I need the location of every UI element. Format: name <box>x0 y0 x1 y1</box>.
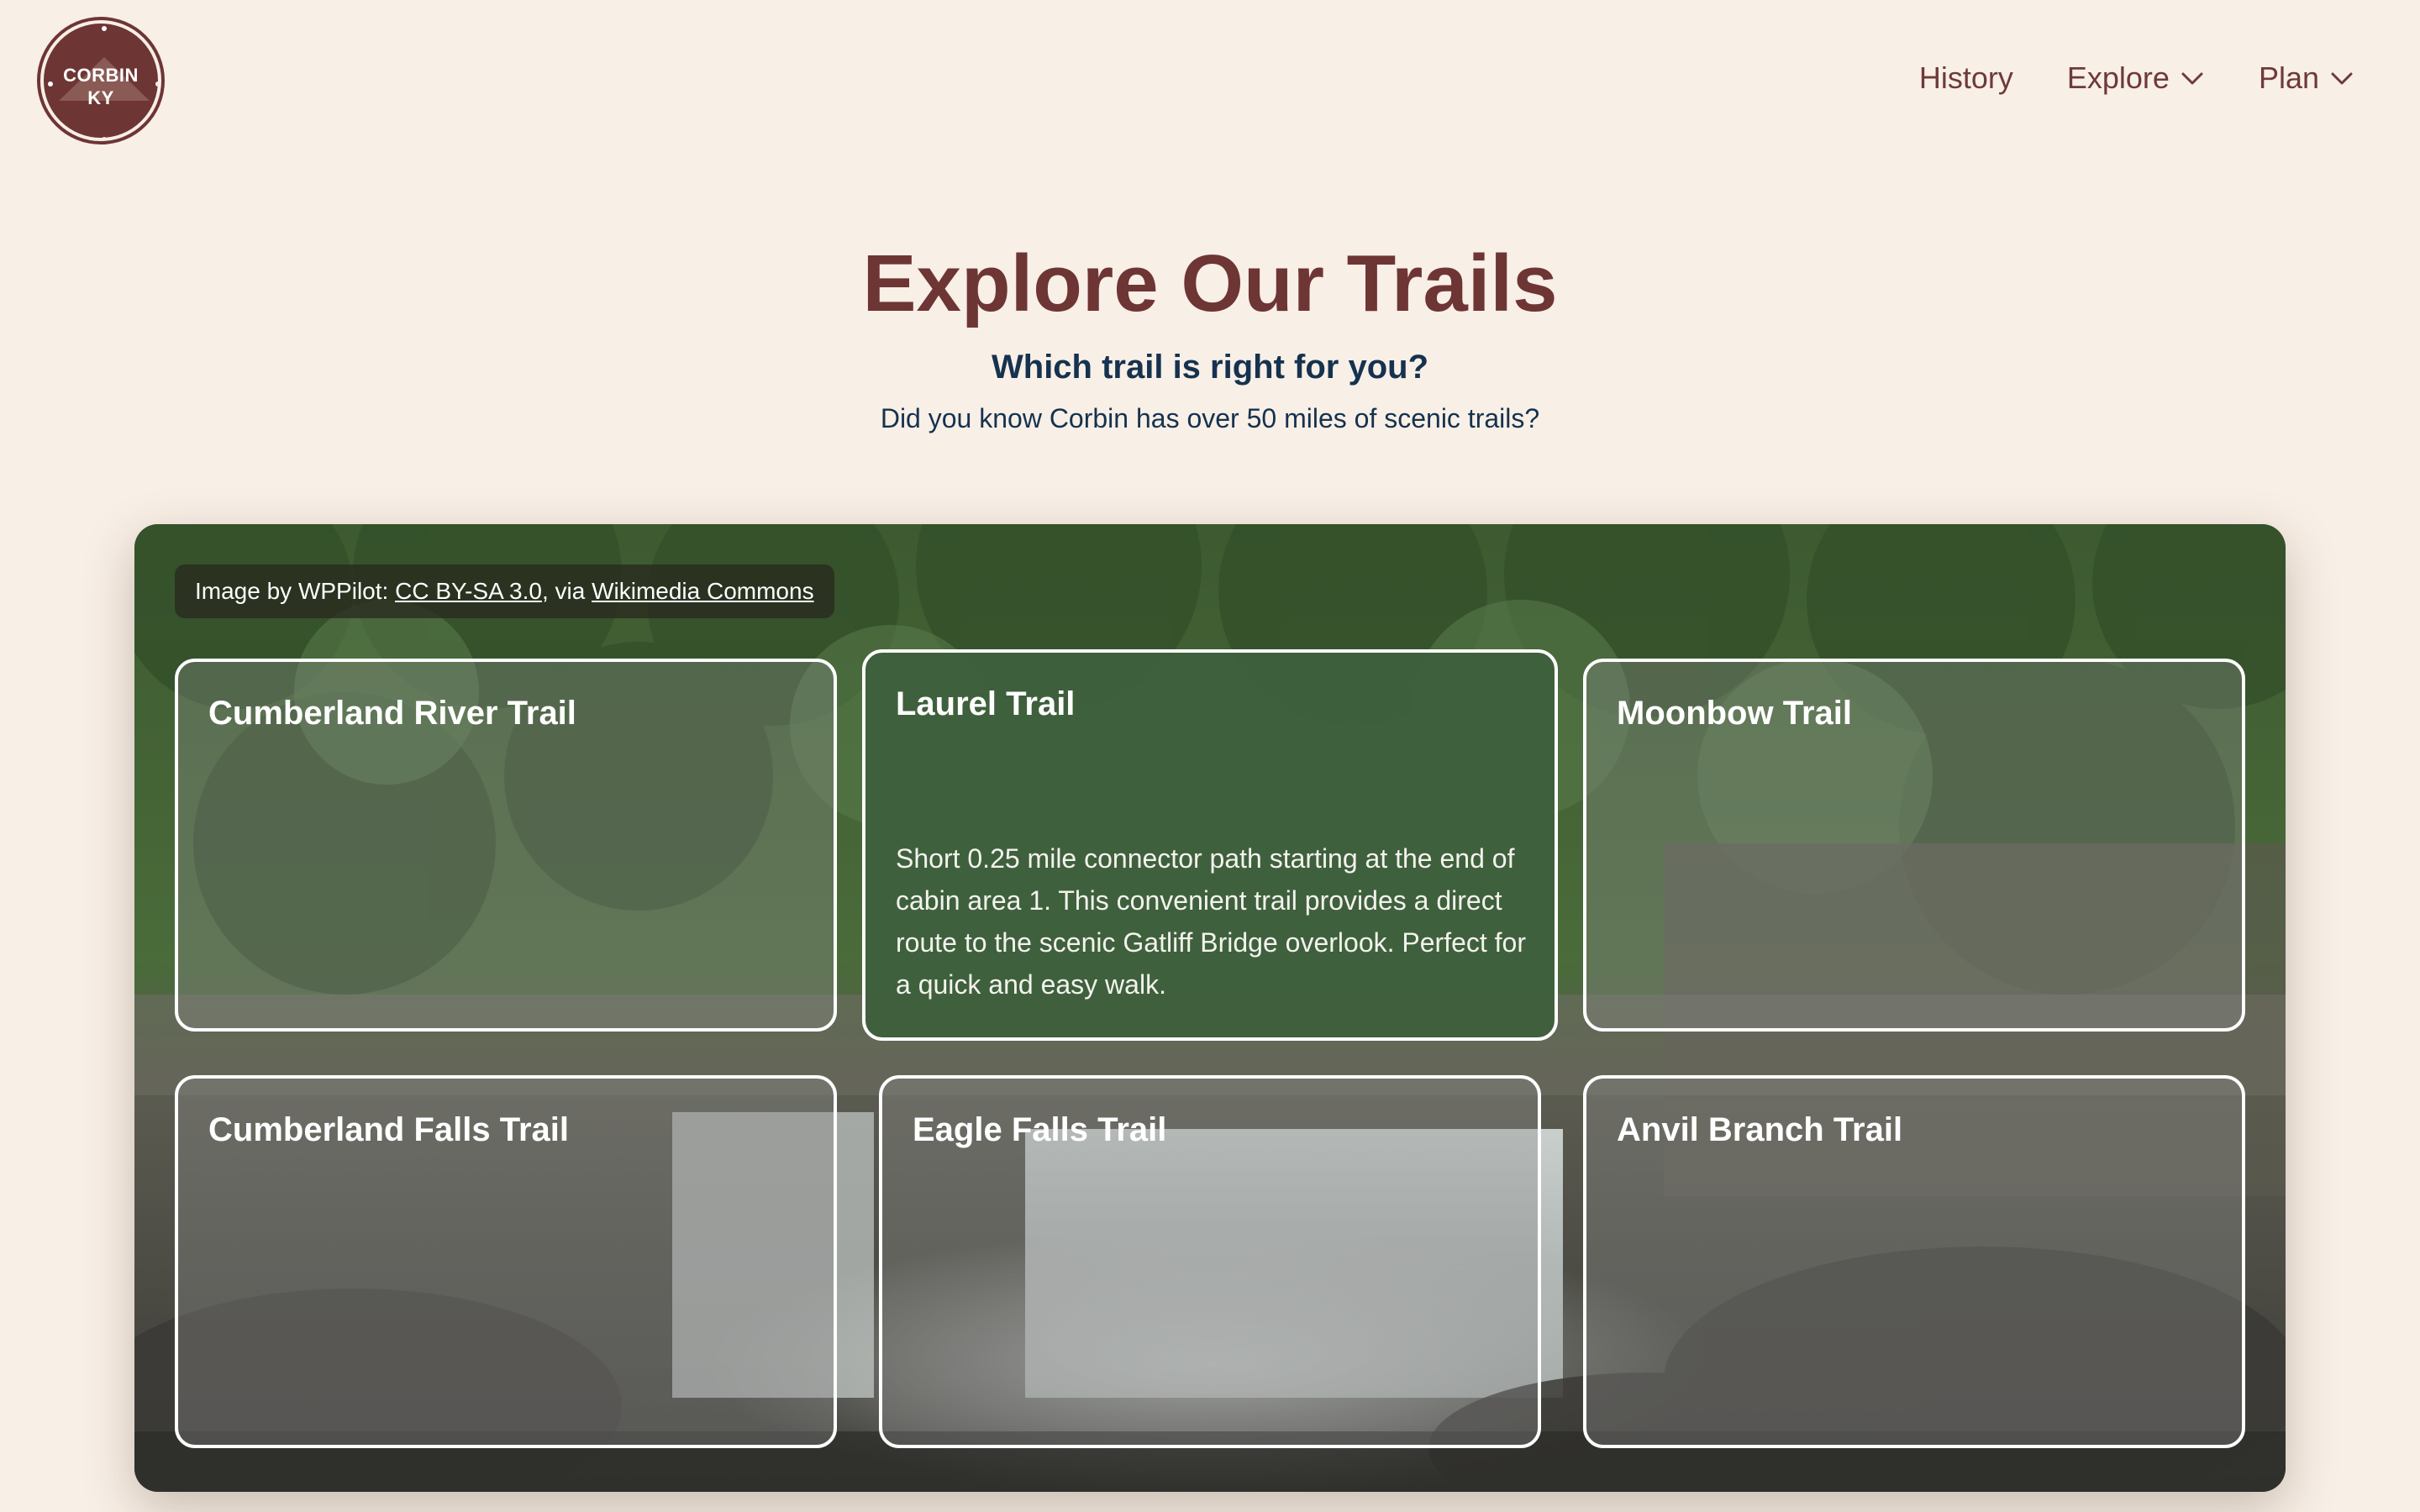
trail-card-cumberland-falls[interactable]: Cumberland Falls Trail <box>175 1075 837 1448</box>
logo-line-2: KY <box>87 87 114 108</box>
trail-card-title: Cumberland River Trail <box>208 695 576 732</box>
trail-card-title: Laurel Trail <box>896 685 1076 722</box>
trail-card-anvil-branch[interactable]: Anvil Branch Trail <box>1583 1075 2245 1448</box>
nav-history-label: History <box>1918 60 2013 95</box>
logo-text: CORBIN KY <box>44 64 158 109</box>
credit-prefix: Image by WPPilot: <box>195 578 396 604</box>
credit-source-link[interactable]: Wikimedia Commons <box>592 578 814 605</box>
nav-history[interactable]: History <box>1919 60 2013 96</box>
nav-plan-label: Plan <box>2258 60 2319 95</box>
trail-card-description: Short 0.25 mile connector path starting … <box>896 843 1526 1000</box>
nav-explore-dropdown[interactable]: Explore <box>2067 60 2205 96</box>
site-logo[interactable]: CORBIN KY <box>40 20 161 141</box>
nav-explore-label: Explore <box>2066 60 2170 95</box>
trail-card-eagle-falls[interactable]: Eagle Falls Trail <box>879 1075 1541 1448</box>
credit-license-link[interactable]: CC BY-SA 3.0 <box>395 578 542 605</box>
nav-plan-dropdown[interactable]: Plan <box>2259 60 2354 96</box>
trail-card-title: Eagle Falls Trail <box>913 1111 1167 1148</box>
page-subtitle: Which trail is right for you? <box>992 349 1428 386</box>
credit-middle: , via <box>541 578 592 604</box>
image-credit: Image by WPPilot: CC BY-SA 3.0 , via Wik… <box>175 564 834 618</box>
trail-card-cumberland-river[interactable]: Cumberland River Trail <box>175 659 837 1032</box>
trail-card-title: Anvil Branch Trail <box>1617 1111 1903 1148</box>
hero-section: Explore Our Trails Which trail is right … <box>0 234 2420 435</box>
chevron-down-icon <box>2331 72 2353 85</box>
logo-line-1: CORBIN <box>63 65 139 86</box>
main-nav: History Explore Plan <box>1919 60 2354 96</box>
trails-panel: Image by WPPilot: CC BY-SA 3.0 , via Wik… <box>134 524 2286 1492</box>
chevron-down-icon <box>2181 72 2203 85</box>
trail-card-laurel[interactable]: Laurel Trail Short 0.25 mile connector p… <box>862 649 1558 1041</box>
trail-card-title: Moonbow Trail <box>1617 695 1852 732</box>
trail-card-title: Cumberland Falls Trail <box>208 1111 570 1148</box>
page-title: Explore Our Trails <box>862 239 1558 328</box>
page-tagline: Did you know Corbin has over 50 miles of… <box>880 403 1540 433</box>
trail-card-moonbow[interactable]: Moonbow Trail <box>1583 659 2245 1032</box>
